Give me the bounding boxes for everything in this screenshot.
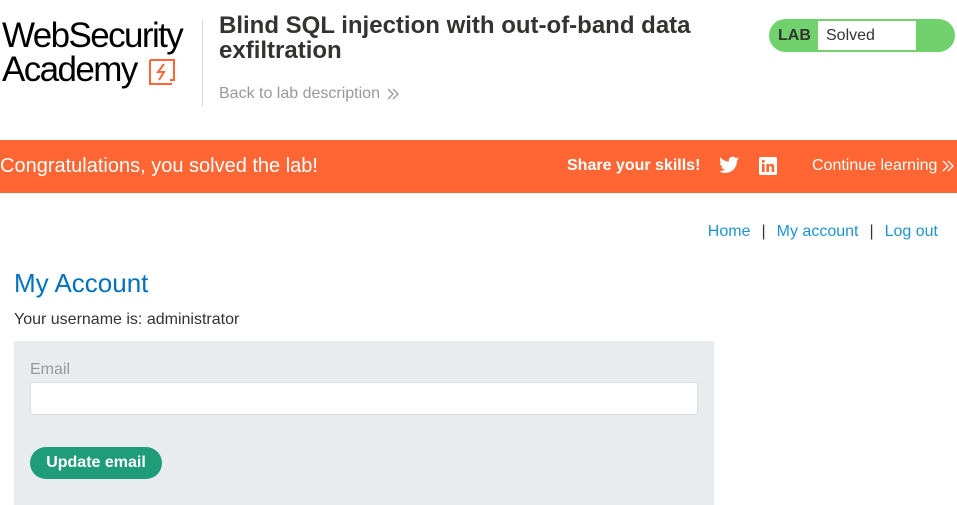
share-skills-label: Share your skills! bbox=[567, 157, 701, 174]
logo-mark-icon bbox=[149, 59, 175, 85]
home-link[interactable]: Home bbox=[708, 223, 751, 241]
congratulations-message: Congratulations, you solved the lab! bbox=[0, 155, 318, 177]
back-to-lab-description-link[interactable]: Back to lab description bbox=[219, 85, 400, 103]
change-email-form: Email Update email bbox=[14, 341, 714, 505]
back-link-label: Back to lab description bbox=[219, 85, 380, 102]
lab-title: Blind SQL injection with out-of-band dat… bbox=[219, 12, 691, 64]
log-out-link[interactable]: Log out bbox=[885, 223, 938, 241]
double-chevron-right-icon bbox=[942, 160, 955, 171]
twitter-icon[interactable] bbox=[719, 156, 739, 174]
linkedin-icon[interactable] bbox=[759, 157, 777, 175]
account-nav: Home | My account | Log out bbox=[708, 223, 938, 241]
solved-banner: Congratulations, you solved the lab! Sha… bbox=[0, 140, 957, 193]
nav-separator: | bbox=[869, 223, 874, 240]
lab-badge-status: Solved bbox=[818, 21, 916, 50]
username-text: Your username is: administrator bbox=[14, 311, 240, 328]
logo-text-line2: Academy bbox=[2, 50, 138, 89]
header: WebSecurity Academy Blind SQL injection … bbox=[0, 0, 957, 140]
websecurity-academy-logo[interactable]: WebSecurity Academy bbox=[2, 16, 202, 92]
header-divider bbox=[202, 20, 203, 106]
double-chevron-right-icon bbox=[387, 88, 399, 100]
update-email-button[interactable]: Update email bbox=[30, 447, 162, 479]
continue-learning-label: Continue learning bbox=[812, 157, 938, 174]
nav-separator: | bbox=[761, 223, 766, 240]
lab-status-badge: LAB Solved bbox=[769, 19, 955, 52]
email-label: Email bbox=[30, 361, 71, 378]
email-input[interactable] bbox=[30, 382, 698, 415]
continue-learning-link[interactable]: Continue learning bbox=[812, 140, 955, 191]
page-title: My Account bbox=[14, 268, 149, 298]
my-account-link[interactable]: My account bbox=[777, 223, 859, 241]
lab-badge-label: LAB bbox=[778, 27, 811, 44]
